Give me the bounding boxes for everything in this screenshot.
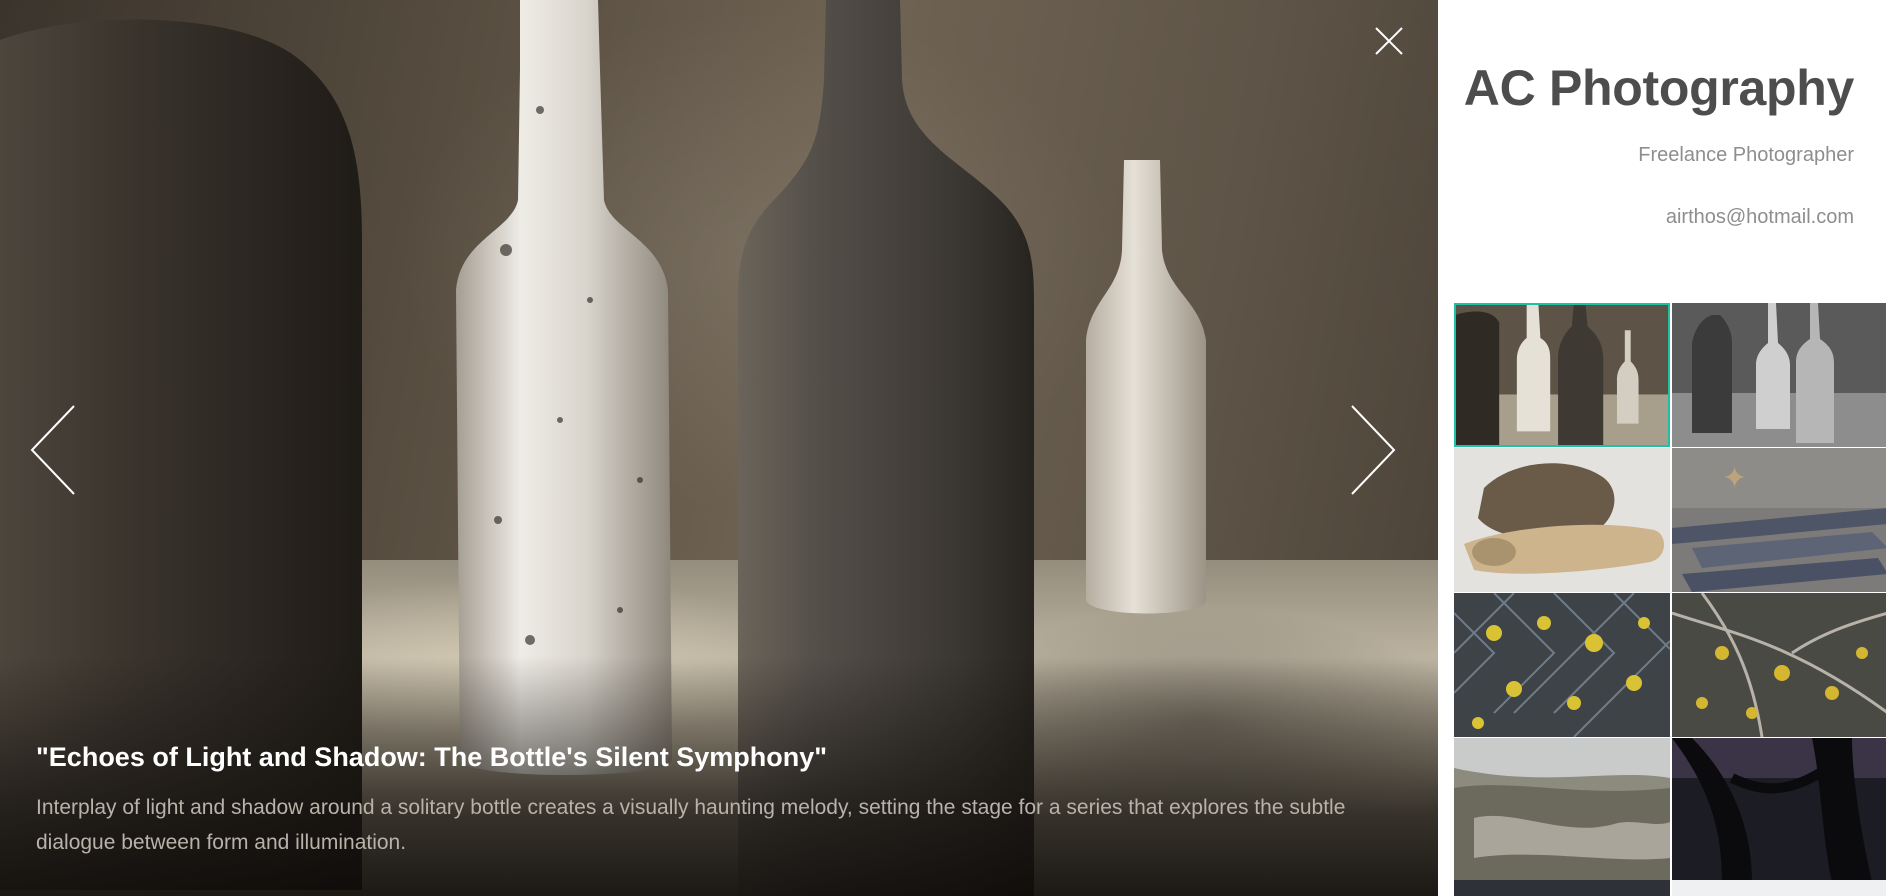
thumbnail-graffiti-concrete[interactable]: ✦ [1672,448,1886,592]
thumbnail-partial-right[interactable] [1672,880,1886,896]
thumbnail-driftwood-bone[interactable] [1454,448,1670,592]
thumbnail-grid: ✦ [1454,303,1886,882]
caption-title: "Echoes of Light and Shadow: The Bottle'… [36,742,828,772]
site-title[interactable]: AC Photography [1464,58,1855,118]
thumbnail-chain-link-leaves[interactable] [1454,593,1670,737]
thumbnail-bottles-grayscale[interactable] [1672,303,1886,447]
close-icon[interactable] [1372,24,1406,58]
caption-description: Interplay of light and shadow around a s… [36,796,1346,854]
sidebar: AC Photography Freelance Photographer ai… [1438,0,1886,896]
thumbnail-rocky-hillside[interactable] [1454,738,1670,882]
chevron-left-icon[interactable] [28,402,78,498]
photo-viewer: "Echoes of Light and Shadow: The Bottle'… [0,0,1438,896]
contact-email[interactable]: airthos@hotmail.com [1666,206,1854,229]
thumbnail-bottles-color[interactable] [1454,303,1670,447]
thumbnail-partial-left[interactable] [1454,880,1670,896]
photo-caption: "Echoes of Light and Shadow: The Bottle'… [36,740,1396,860]
chevron-right-icon[interactable] [1348,402,1398,498]
tagline: Freelance Photographer [1638,144,1854,166]
thumbnail-dark-tree[interactable] [1672,738,1886,882]
brand-block: AC Photography Freelance Photographer ai… [1464,58,1855,228]
thumbnail-branches-leaves[interactable] [1672,593,1886,737]
svg-text:✦: ✦ [1722,461,1747,496]
